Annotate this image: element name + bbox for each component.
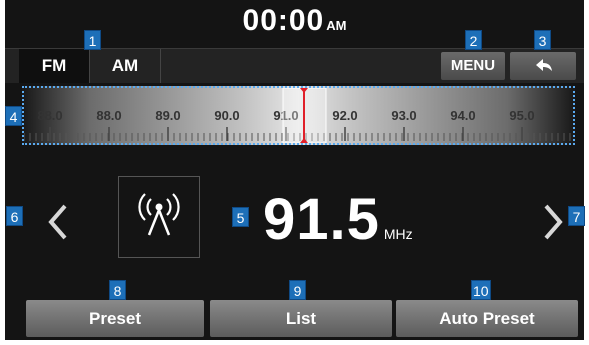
- list-button[interactable]: List: [210, 300, 392, 337]
- back-arrow-icon: [536, 59, 552, 71]
- callout-6: 6: [6, 206, 23, 226]
- next-station-button[interactable]: [538, 198, 568, 246]
- callout-8: 8: [109, 280, 126, 300]
- callout-3: 3: [534, 30, 551, 50]
- antenna-icon: [138, 193, 180, 236]
- callout-2: 2: [465, 30, 482, 50]
- frequency-dial[interactable]: 88.088.089.090.091.092.093.094.095.096: [22, 86, 575, 145]
- callout-4: 4: [5, 106, 22, 126]
- callout-1: 1: [84, 30, 101, 50]
- dial-tick-label: 88.0: [96, 108, 121, 123]
- callout-5: 5: [232, 207, 249, 227]
- dial-tick-label: 93.0: [391, 108, 416, 123]
- tab-fm[interactable]: FM: [19, 49, 90, 83]
- back-button[interactable]: [510, 52, 576, 80]
- band-tab-bar: FM AM MENU: [5, 48, 584, 83]
- dial-tick-label: 94.0: [450, 108, 475, 123]
- dial-tick-label: 88.0: [37, 108, 62, 123]
- dial-tick-label: 90.0: [214, 108, 239, 123]
- menu-button[interactable]: MENU: [441, 52, 505, 80]
- station-logo-box: [118, 176, 200, 258]
- callout-10: 10: [471, 280, 491, 300]
- frequency-value: 91.5: [263, 187, 380, 252]
- chevron-left-icon: [48, 204, 67, 240]
- dial-scale: 88.088.089.090.091.092.093.094.095.096: [24, 88, 571, 143]
- tab-am[interactable]: AM: [90, 49, 161, 83]
- chevron-right-icon: [544, 204, 563, 240]
- preset-button[interactable]: Preset: [26, 300, 204, 337]
- dial-tick-label: 95.0: [509, 108, 534, 123]
- frequency-unit: MHz: [383, 226, 413, 242]
- dial-tick-label: 89.0: [155, 108, 180, 123]
- clock-ampm: AM: [326, 18, 347, 33]
- prev-station-button[interactable]: [43, 198, 73, 246]
- dial-tick-label: 92.0: [332, 108, 357, 123]
- frequency-display: 91.5 MHz: [263, 186, 413, 253]
- clock-time: 00:00: [242, 4, 325, 37]
- callout-7: 7: [568, 206, 585, 226]
- callout-9: 9: [289, 280, 306, 300]
- auto-preset-button[interactable]: Auto Preset: [396, 300, 578, 337]
